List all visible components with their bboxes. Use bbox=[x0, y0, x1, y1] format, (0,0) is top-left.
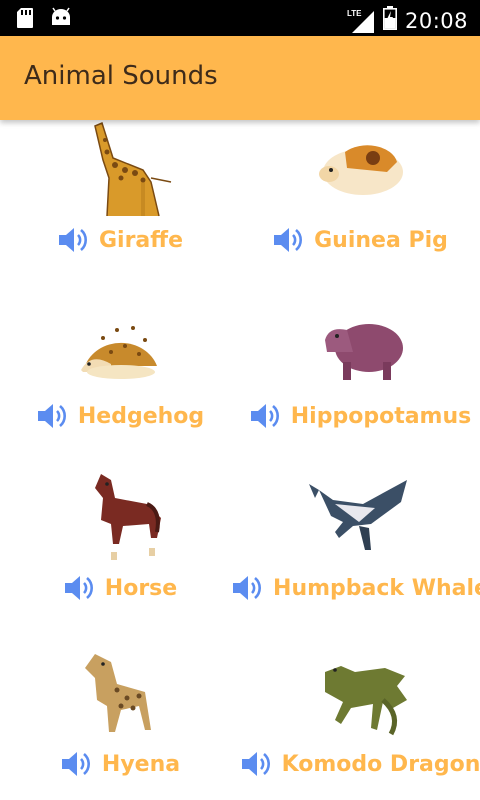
humpback-whale-image bbox=[309, 480, 407, 550]
status-bar: LTE 20:08 bbox=[0, 0, 480, 36]
animal-card-hedgehog[interactable]: Hedgehog bbox=[0, 296, 240, 468]
hedgehog-image bbox=[81, 326, 157, 379]
app-bar: Animal Sounds bbox=[0, 36, 480, 120]
speaker-icon[interactable] bbox=[231, 574, 263, 602]
status-time: 20:08 bbox=[404, 8, 468, 33]
animal-grid: Giraffe Guinea Pig Hedgehog Hippopotamus… bbox=[0, 120, 480, 800]
animal-card-komodo-dragon[interactable]: Komodo Dragon bbox=[240, 644, 480, 800]
page-title: Animal Sounds bbox=[24, 61, 218, 91]
komodo-dragon-image bbox=[325, 666, 407, 736]
speaker-icon[interactable] bbox=[240, 750, 272, 778]
hippopotamus-image bbox=[325, 324, 403, 380]
animal-card-humpback-whale[interactable]: Humpback Whale bbox=[233, 468, 480, 640]
lte-signal-icon: LTE bbox=[347, 9, 375, 33]
speaker-icon[interactable] bbox=[249, 402, 281, 430]
animal-name: Hyena bbox=[101, 751, 181, 777]
animal-name: Giraffe bbox=[98, 227, 184, 253]
speaker-icon[interactable] bbox=[57, 226, 89, 254]
animal-card-giraffe[interactable]: Giraffe bbox=[0, 120, 240, 292]
animal-card-horse[interactable]: Horse bbox=[0, 468, 240, 640]
animal-card-guinea-pig[interactable]: Guinea Pig bbox=[240, 120, 480, 292]
animal-card-hyena[interactable]: Hyena bbox=[0, 644, 240, 800]
animal-name: Hippopotamus bbox=[290, 403, 472, 429]
horse-image bbox=[95, 474, 161, 560]
speaker-icon[interactable] bbox=[272, 226, 304, 254]
giraffe-image bbox=[94, 121, 172, 217]
animal-name: Komodo Dragon bbox=[281, 751, 480, 777]
speaker-icon[interactable] bbox=[60, 750, 92, 778]
sd-card-icon bbox=[16, 7, 34, 34]
speaker-icon[interactable] bbox=[36, 402, 68, 430]
animal-name: Horse bbox=[104, 575, 178, 601]
android-icon bbox=[50, 7, 72, 34]
speaker-icon[interactable] bbox=[63, 574, 95, 602]
hyena-image bbox=[85, 654, 151, 732]
animal-name: Guinea Pig bbox=[314, 227, 448, 253]
battery-charging-icon bbox=[382, 6, 397, 35]
animal-name: Humpback Whale bbox=[273, 575, 480, 601]
animal-card-hippopotamus[interactable]: Hippopotamus bbox=[240, 296, 480, 468]
guinea-pig-image bbox=[319, 145, 403, 195]
animal-name: Hedgehog bbox=[77, 403, 205, 429]
